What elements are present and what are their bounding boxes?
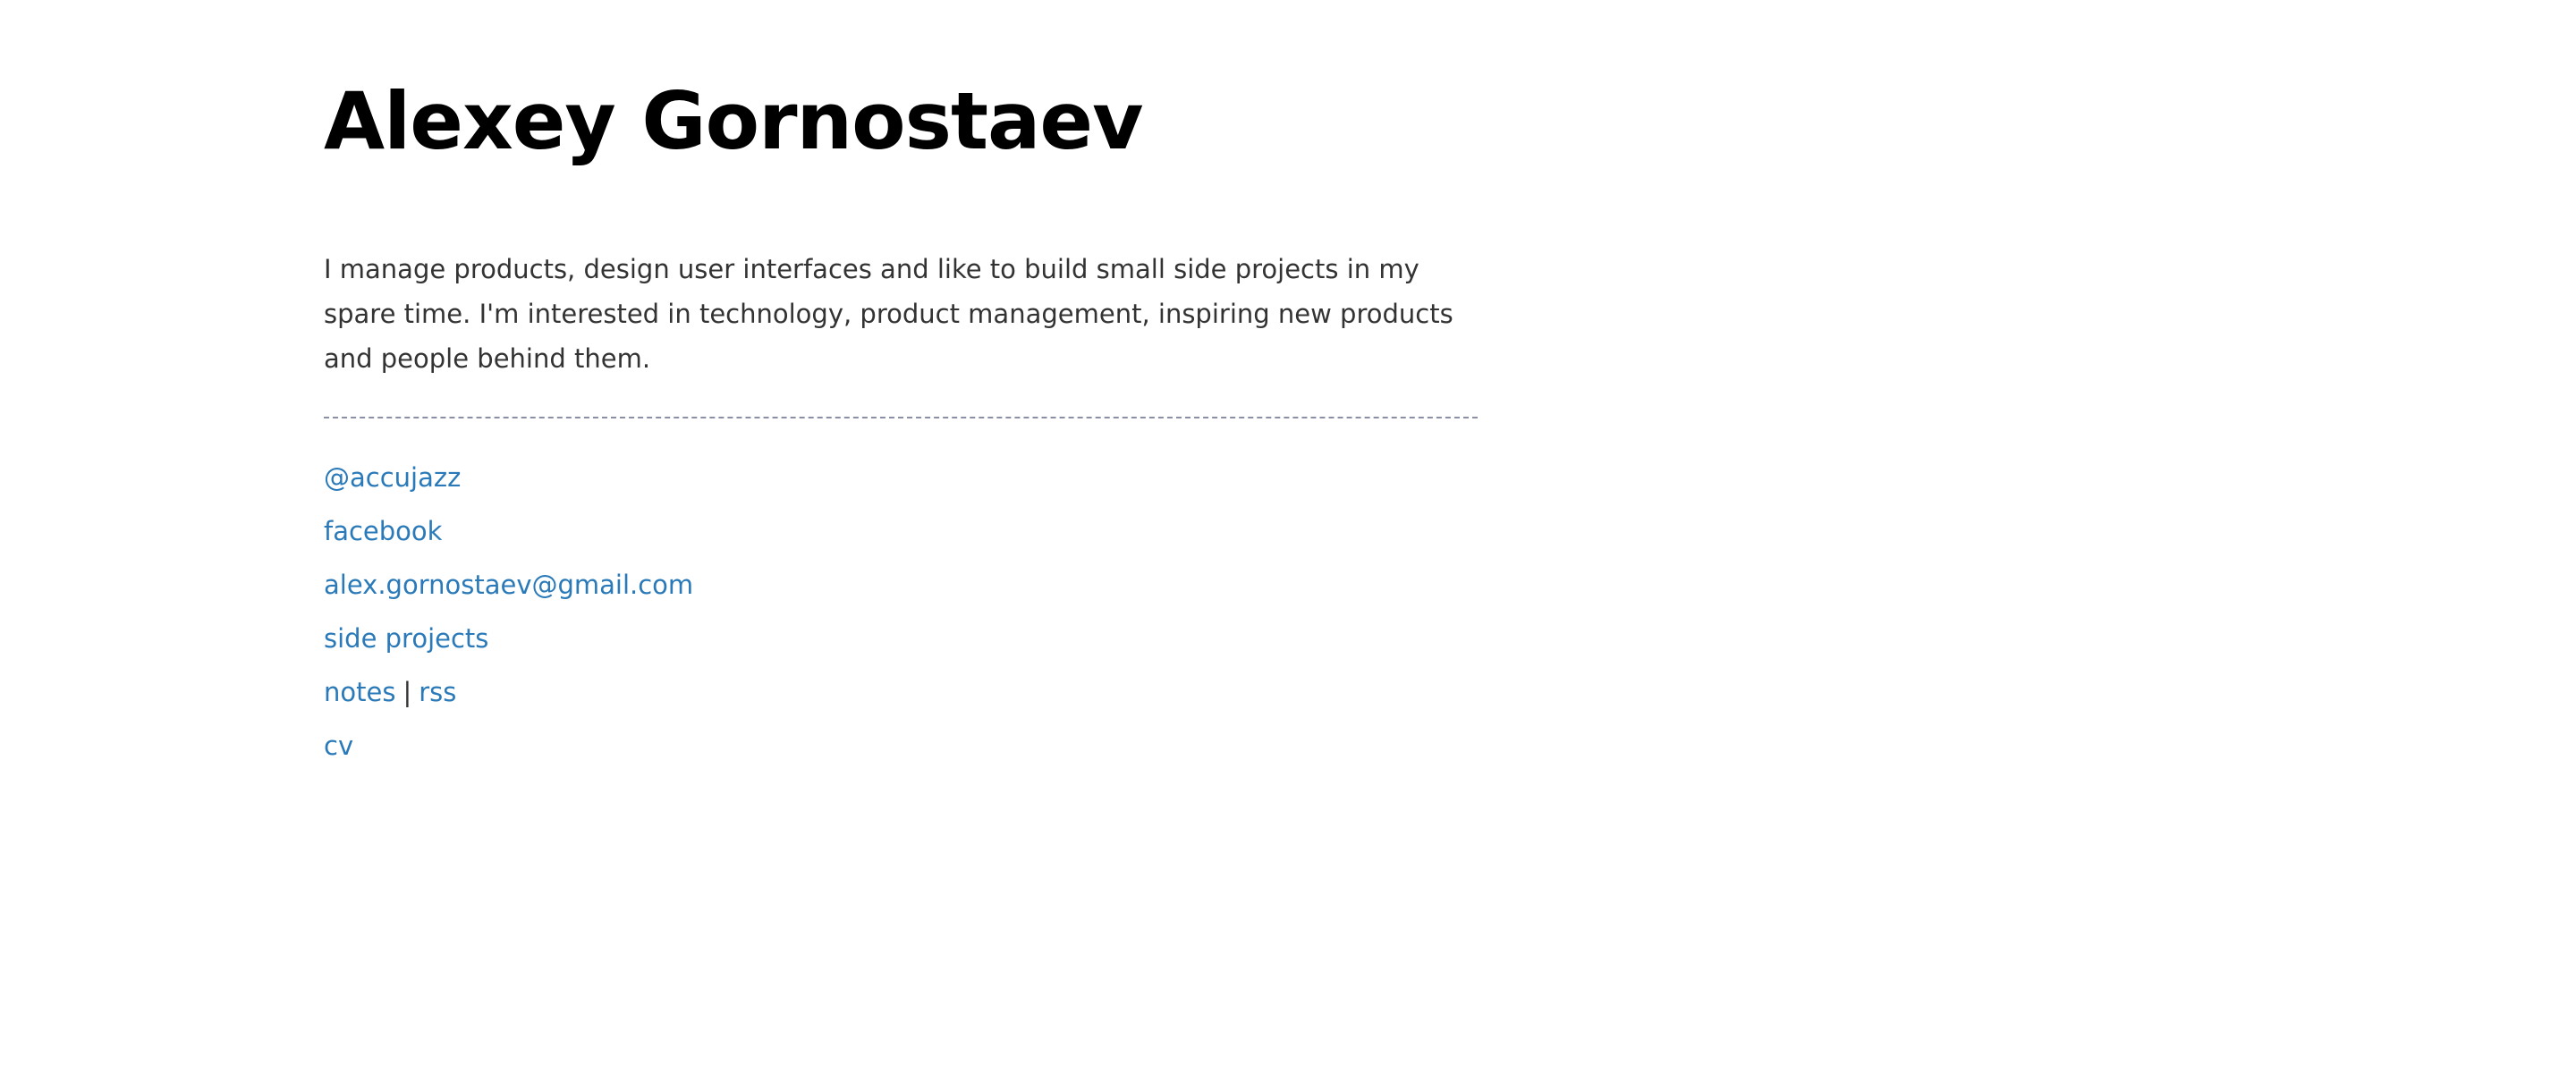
side-projects-link[interactable]: side projects [324,623,488,654]
facebook-link[interactable]: facebook [324,516,442,546]
rss-link[interactable]: rss [419,677,456,707]
list-item: cv [324,728,1478,782]
twitter-link[interactable]: @accujazz [324,462,461,493]
bio-paragraph: I manage products, design user interface… [324,254,1453,374]
list-item: notes | rss [324,674,1478,728]
link-separator: | [402,677,412,707]
main-content: Alexey Gornostaev I manage products, des… [324,0,1478,782]
links-list: @accujazz facebook alex.gornostaev@gmail… [324,460,1478,782]
list-item: side projects [324,621,1478,674]
page-title: Alexey Gornostaev [324,75,1143,167]
email-link[interactable]: alex.gornostaev@gmail.com [324,570,693,600]
list-item: facebook [324,513,1478,567]
dashed-divider [324,417,1478,418]
list-item: @accujazz [324,460,1478,513]
cv-link[interactable]: cv [324,731,353,761]
list-item: alex.gornostaev@gmail.com [324,567,1478,621]
notes-link[interactable]: notes [324,677,395,707]
